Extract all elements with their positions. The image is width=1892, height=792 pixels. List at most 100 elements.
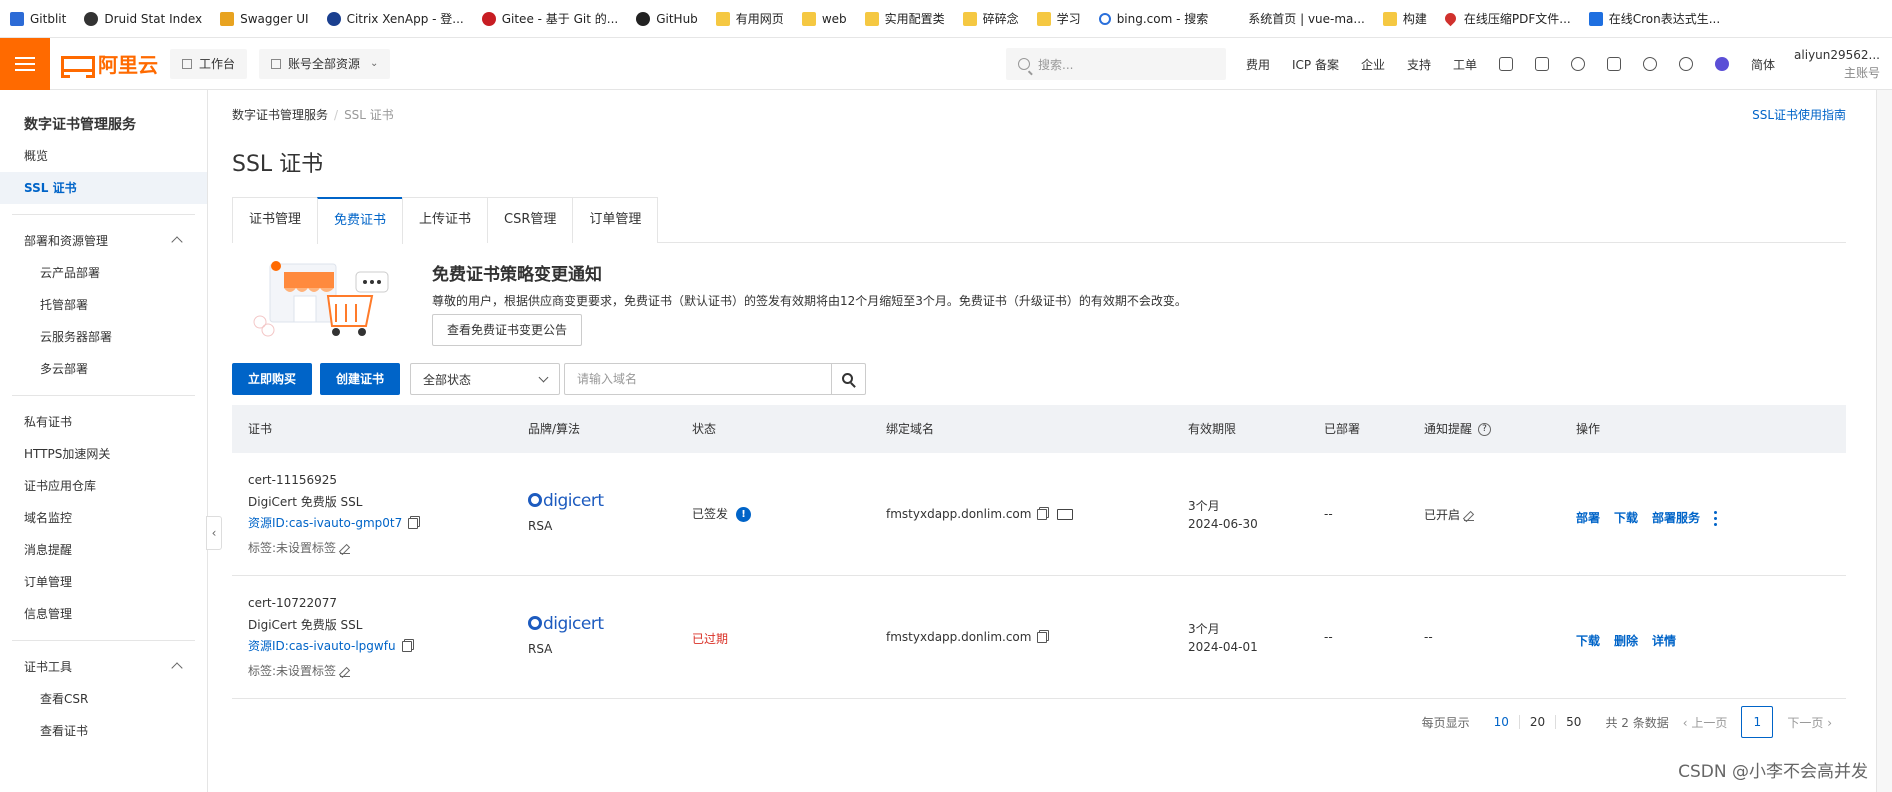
help-icon[interactable] <box>1679 57 1694 71</box>
link-support[interactable]: 支持 <box>1407 56 1431 73</box>
sidebar-item-https-gateway[interactable]: HTTPS加速网关 <box>0 438 207 470</box>
breadcrumb-root[interactable]: 数字证书管理服务 <box>232 108 328 122</box>
page-1-button[interactable]: 1 <box>1741 706 1774 738</box>
ssl-guide-link[interactable]: SSL证书使用指南 <box>1752 106 1846 123</box>
status-select[interactable]: 全部状态 <box>410 363 561 395</box>
sidebar-group-tools[interactable]: 证书工具 <box>0 651 207 683</box>
ai-assistant-icon[interactable] <box>1715 57 1730 71</box>
help-icon[interactable]: ? <box>1478 423 1492 436</box>
user-menu[interactable]: aliyun29562... 主账号 <box>1792 46 1880 82</box>
edit-icon[interactable] <box>340 544 351 554</box>
download-link[interactable]: 下载 <box>1576 634 1600 648</box>
prev-page-button[interactable]: ‹ 上一页 <box>1683 714 1728 731</box>
page-size-10[interactable]: 10 <box>1484 715 1520 729</box>
domain-search-button[interactable] <box>832 363 867 395</box>
sidebar-collapse-button[interactable]: ‹ <box>206 516 222 550</box>
download-link[interactable]: 下载 <box>1614 511 1638 525</box>
bookmark-item[interactable]: Gitblit <box>10 11 66 26</box>
bookmark-item[interactable]: 构建 <box>1382 10 1427 27</box>
sidebar-item-private-cert[interactable]: 私有证书 <box>0 406 207 438</box>
bookmark-item[interactable]: Citrix XenApp - 登... <box>326 10 464 27</box>
info-icon[interactable]: ! <box>736 507 752 522</box>
bookmark-item[interactable]: web <box>801 11 847 26</box>
page-size-50[interactable]: 50 <box>1556 715 1591 729</box>
edit-icon[interactable] <box>1464 511 1475 521</box>
sidebar-item-view-cert[interactable]: 查看证书 <box>0 715 207 747</box>
bookmark-item[interactable]: 在线Cron表达式生... <box>1588 10 1720 27</box>
bookmark-item[interactable]: bing.com - 搜索 <box>1098 10 1208 27</box>
tab-free-cert[interactable]: 免费证书 <box>317 197 404 244</box>
resources-dropdown[interactable]: 账号全部资源 ⌄ <box>259 48 391 79</box>
sidebar-item-managed-deploy[interactable]: 托管部署 <box>0 289 207 321</box>
bookmark-item[interactable]: 学习 <box>1036 10 1081 27</box>
delete-link[interactable]: 删除 <box>1614 634 1638 648</box>
cert-tag[interactable]: 标签:未设置标签 <box>248 539 351 556</box>
global-search-input[interactable]: 搜索... <box>1006 48 1226 80</box>
more-icon[interactable] <box>1714 510 1718 527</box>
copy-icon[interactable] <box>401 641 412 652</box>
workbench-button[interactable]: 工作台 <box>170 48 248 79</box>
sidebar-item-ssl[interactable]: SSL 证书 <box>0 172 207 204</box>
bookmark-item[interactable]: Gitee - 基于 Git 的... <box>481 10 618 27</box>
sidebar-title: 数字证书管理服务 <box>24 117 136 133</box>
tab-orders[interactable]: 订单管理 <box>572 197 659 243</box>
bookmark-item[interactable]: 有用网页 <box>715 10 784 27</box>
copy-icon[interactable] <box>1037 632 1048 643</box>
next-page-button[interactable]: 下一页 › <box>1787 714 1832 731</box>
copy-icon[interactable] <box>408 518 419 529</box>
link-enterprise[interactable]: 企业 <box>1361 56 1385 73</box>
deploy-link[interactable]: 部署 <box>1576 511 1600 525</box>
sidebar-item-cloud-deploy[interactable]: 云产品部署 <box>0 257 207 289</box>
monitor-icon[interactable] <box>1057 509 1074 520</box>
sidebar-group-deploy[interactable]: 部署和资源管理 <box>0 225 207 257</box>
resources-label: 账号全部资源 <box>288 57 361 71</box>
deploy-service-link[interactable]: 部署服务 <box>1652 511 1700 525</box>
sidebar-item-notify[interactable]: 消息提醒 <box>0 534 207 566</box>
edit-icon[interactable] <box>340 667 351 677</box>
link-icp[interactable]: ICP 备案 <box>1292 56 1339 73</box>
sidebar-item-cert-repo[interactable]: 证书应用仓库 <box>0 470 207 502</box>
view-announcement-button[interactable]: 查看免费证书变更公告 <box>432 314 583 346</box>
cert-resource[interactable]: 资源ID:cas-ivauto-lpgwfu <box>248 637 412 654</box>
buy-now-button[interactable]: 立即购买 <box>232 363 313 395</box>
sidebar-item-orders[interactable]: 订单管理 <box>0 566 207 598</box>
bookmark-item[interactable]: 系统首页 | vue-ma... <box>1226 10 1365 27</box>
sidebar-item-overview[interactable]: 概览 <box>0 140 207 172</box>
menu-icon[interactable] <box>0 37 50 90</box>
copy-icon[interactable] <box>1037 509 1048 520</box>
cert-tag[interactable]: 标签:未设置标签 <box>248 662 351 679</box>
breadcrumb-current: SSL 证书 <box>344 108 394 122</box>
cert-resource-text: 资源ID:cas-ivauto-lpgwfu <box>248 639 396 653</box>
sidebar-item-view-csr[interactable]: 查看CSR <box>0 683 207 715</box>
language-switch[interactable]: 简体 <box>1751 56 1775 73</box>
folder-icon <box>1036 11 1051 26</box>
cert-name: DigiCert 免费版 SSL <box>248 618 363 632</box>
aliyun-logo[interactable]: 阿里云 <box>61 49 158 78</box>
bookmark-item[interactable]: GitHub <box>636 11 698 26</box>
bookmark-item[interactable]: 碎碎念 <box>962 10 1019 27</box>
sidebar-item-server-deploy[interactable]: 云服务器部署 <box>0 321 207 353</box>
link-fee[interactable]: 费用 <box>1246 56 1270 73</box>
sidebar-item-multicloud-deploy[interactable]: 多云部署 <box>0 353 207 385</box>
cart-icon[interactable] <box>1607 57 1622 71</box>
bookmark-item[interactable]: 在线压缩PDF文件... <box>1442 10 1571 27</box>
cert-resource[interactable]: 资源ID:cas-ivauto-gmp0t7 <box>248 514 419 531</box>
lightbulb-icon[interactable] <box>1643 57 1658 71</box>
domain-search-input[interactable]: 请输入域名 <box>564 363 833 395</box>
terminal-icon[interactable] <box>1535 57 1550 71</box>
bookmark-item[interactable]: 实用配置类 <box>864 10 945 27</box>
tab-csr[interactable]: CSR管理 <box>487 197 574 243</box>
sidebar-item-domain-monitor[interactable]: 域名监控 <box>0 502 207 534</box>
cert-name: DigiCert 免费版 SSL <box>248 495 363 509</box>
bookmark-item[interactable]: Druid Stat Index <box>84 11 202 26</box>
tab-cert-manage[interactable]: 证书管理 <box>232 197 319 243</box>
bookmark-item[interactable]: Swagger UI <box>220 11 309 26</box>
sidebar-item-info[interactable]: 信息管理 <box>0 598 207 630</box>
bell-icon[interactable] <box>1571 57 1586 71</box>
link-ticket[interactable]: 工单 <box>1453 56 1477 73</box>
page-size-20[interactable]: 20 <box>1520 715 1557 729</box>
create-cert-button[interactable]: 创建证书 <box>320 363 401 395</box>
cube-icon[interactable] <box>1499 57 1514 71</box>
details-link[interactable]: 详情 <box>1652 634 1676 648</box>
tab-upload-cert[interactable]: 上传证书 <box>402 197 489 243</box>
